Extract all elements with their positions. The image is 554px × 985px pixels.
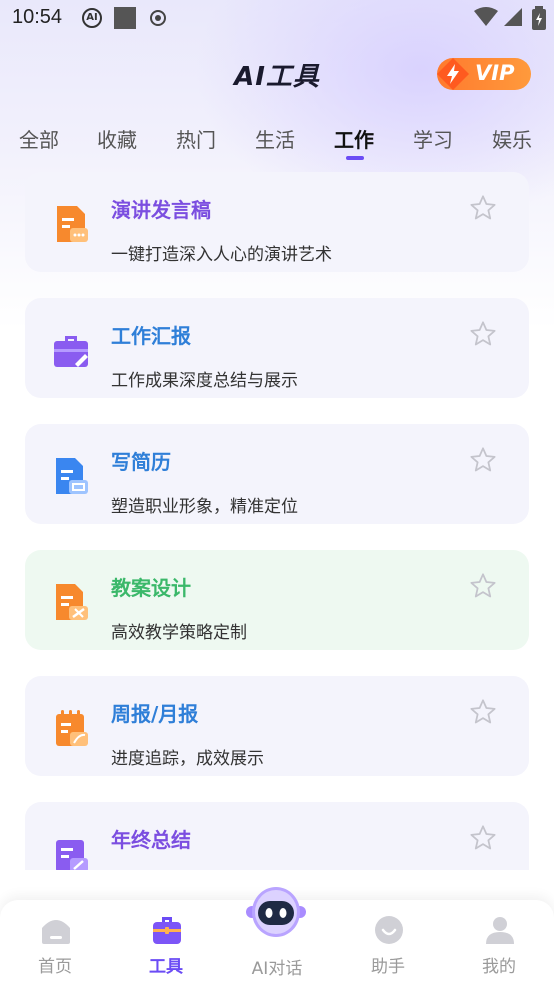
favorite-star-icon[interactable] [469, 698, 497, 726]
status-bar: 10:54 AI [0, 0, 554, 38]
favorite-star-icon[interactable] [469, 320, 497, 348]
nav-label: 首页 [38, 957, 72, 977]
tab-hot[interactable]: 热门 [176, 124, 216, 153]
tab-study[interactable]: 学习 [413, 124, 453, 153]
profile-icon [486, 917, 514, 944]
record-status-icon [150, 10, 166, 26]
briefcase-icon [54, 336, 88, 367]
signal-icon [504, 8, 522, 26]
tool-title: 教案设计 [111, 576, 191, 600]
tool-title: 演讲发言稿 [111, 198, 211, 222]
favorite-star-icon[interactable] [469, 194, 497, 222]
tab-work[interactable]: 工作 [334, 124, 374, 153]
nav-label: 助手 [371, 957, 405, 977]
lesson-plan-icon [56, 584, 88, 620]
ai-status-icon: AI [82, 8, 102, 28]
resume-doc-icon [56, 458, 88, 494]
tab-favorites[interactable]: 收藏 [97, 124, 137, 153]
tool-card-lesson-plan[interactable]: 教案设计 高效教学策略定制 [25, 550, 529, 650]
tool-card-weekly-report[interactable]: 周报/月报 进度追踪，成效展示 [25, 676, 529, 776]
nav-tools[interactable]: 工具 [111, 900, 221, 985]
header: AI工具 VIP [0, 50, 554, 100]
battery-icon [532, 6, 546, 30]
tool-title: 年终总结 [111, 828, 191, 852]
nav-label: AI对话 [251, 959, 303, 979]
tool-description: 塑造职业形象，精准定位 [111, 497, 298, 517]
wifi-icon [474, 7, 498, 26]
tool-card-annual-summary[interactable]: 年终总结 [25, 802, 529, 870]
tab-entertainment[interactable]: 娱乐 [492, 124, 532, 153]
favorite-star-icon[interactable] [469, 572, 497, 600]
vip-label: VIP [475, 61, 515, 85]
home-icon [42, 920, 70, 944]
tool-card-work-report[interactable]: 工作汇报 工作成果深度总结与展示 [25, 298, 529, 398]
nav-assistant[interactable]: 助手 [333, 900, 443, 985]
app-notification-icon [114, 7, 136, 29]
tool-description: 进度追踪，成效展示 [111, 749, 264, 769]
tool-title: 工作汇报 [111, 324, 191, 348]
tool-list: 演讲发言稿 一键打造深入人心的演讲艺术 工作汇报 工作成果深度总结与展示 写简历… [0, 170, 554, 870]
nav-label: 我的 [482, 957, 516, 977]
report-notebook-icon [56, 710, 88, 746]
tool-description: 工作成果深度总结与展示 [111, 371, 298, 391]
status-time: 10:54 [12, 6, 63, 28]
tool-card-resume[interactable]: 写简历 塑造职业形象，精准定位 [25, 424, 529, 524]
nav-label: 工具 [149, 957, 183, 977]
annual-summary-icon [56, 840, 88, 870]
tool-description: 高效教学策略定制 [111, 623, 247, 643]
category-tabs: 全部 收藏 热门 生活 工作 学习 娱乐 [0, 118, 554, 162]
nav-home[interactable]: 首页 [0, 900, 110, 985]
tool-description: 一键打造深入人心的演讲艺术 [111, 245, 332, 265]
toolbox-icon [153, 917, 181, 944]
lightning-icon [437, 58, 469, 90]
favorite-star-icon[interactable] [469, 446, 497, 474]
assistant-icon [375, 916, 403, 944]
tab-all[interactable]: 全部 [19, 124, 59, 153]
tool-title: 写简历 [111, 450, 171, 474]
vip-button[interactable]: VIP [437, 58, 531, 90]
tab-life[interactable]: 生活 [255, 124, 295, 153]
speech-doc-icon [57, 206, 88, 242]
tool-title: 周报/月报 [111, 702, 199, 726]
tool-card-speech[interactable]: 演讲发言稿 一键打造深入人心的演讲艺术 [25, 172, 529, 272]
nav-profile[interactable]: 我的 [444, 900, 554, 985]
active-tab-indicator [346, 156, 364, 160]
robot-icon[interactable] [244, 884, 308, 940]
favorite-star-icon[interactable] [469, 824, 497, 852]
